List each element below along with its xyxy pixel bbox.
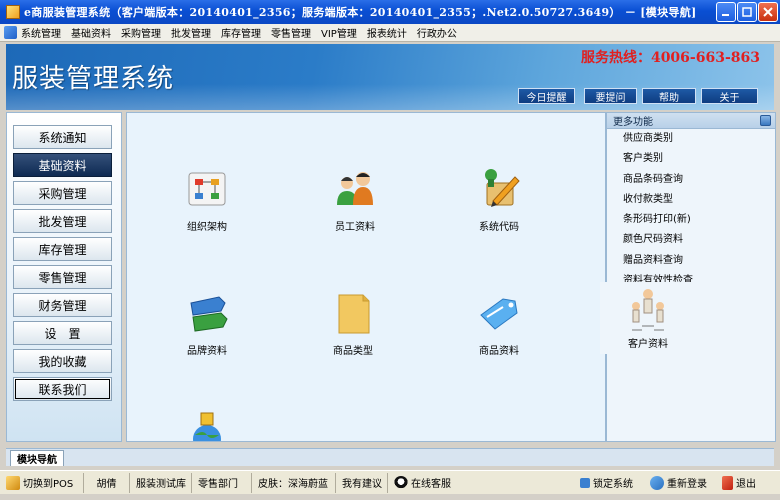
- staff-icon: [337, 172, 373, 205]
- relogin-button[interactable]: 重新登录: [644, 473, 716, 493]
- status-label: 在线客服: [411, 479, 451, 490]
- maximize-icon: [742, 7, 752, 17]
- module-customer[interactable]: 客户资料: [600, 282, 696, 354]
- app-title: 服装管理系统: [12, 64, 175, 94]
- lock-icon: [580, 477, 590, 488]
- nav-system-notice[interactable]: 系统通知: [13, 125, 112, 149]
- menu-vip[interactable]: VIP管理: [321, 25, 357, 40]
- nav-contact-us[interactable]: 联系我们: [13, 377, 112, 401]
- menu-reports[interactable]: 报表统计: [367, 25, 407, 40]
- module-label: 品牌资料: [187, 346, 227, 357]
- module-label: 商品类型: [333, 346, 373, 357]
- collapse-icon[interactable]: [760, 115, 771, 126]
- nav-retail[interactable]: 零售管理: [13, 265, 112, 289]
- status-label: 退出: [736, 479, 756, 490]
- menu-system[interactable]: 系统管理: [21, 25, 61, 40]
- app-icon: [6, 5, 20, 19]
- help-button[interactable]: 帮助: [642, 88, 696, 104]
- more-item-barcode-query[interactable]: 商品条码查询: [607, 170, 775, 190]
- today-reminder-button[interactable]: 今日提醒: [518, 88, 575, 104]
- system-code-icon: [485, 169, 520, 207]
- status-label: 切换到POS: [23, 479, 74, 490]
- menu-basic-data[interactable]: 基础资料: [71, 25, 111, 40]
- nav-finance[interactable]: 财务管理: [13, 293, 112, 317]
- pos-icon: [6, 475, 20, 490]
- nav-purchase[interactable]: 采购管理: [13, 181, 112, 205]
- more-functions-panel: 更多功能 供应商类别 客户类别 商品条码查询 收付款类型 条形码打印(新) 颜色…: [606, 112, 776, 442]
- skin-selector[interactable]: 皮肤：深海蔚蓝: [252, 472, 336, 493]
- module-content: 组织架构 员工资料 系统代码 品牌资料 商品类型 商品资料: [126, 112, 606, 442]
- left-nav-panel: 系统通知 基础资料 采购管理 批发管理 库存管理 零售管理 财务管理 设 置 我…: [6, 112, 122, 442]
- title-bar: e商服装管理系统（客户端版本：20140401_2356；服务端版本：20140…: [0, 0, 780, 24]
- module-brand[interactable]: 品牌资料: [167, 289, 247, 357]
- customer-icon: [632, 289, 664, 331]
- module-staff[interactable]: 员工资料: [315, 165, 395, 233]
- about-button[interactable]: 关于: [701, 88, 758, 104]
- status-label: 锁定系统: [593, 479, 633, 490]
- service-hotline: 服务热线：4006-663-863: [580, 50, 760, 66]
- more-item-customer-category[interactable]: 客户类别: [607, 149, 775, 169]
- close-icon: [763, 7, 773, 17]
- close-button[interactable]: [758, 2, 778, 22]
- menu-inventory[interactable]: 库存管理: [221, 25, 261, 40]
- status-bar: 切换到POS 胡倩 服装测试库 零售部门 皮肤：深海蔚蓝 我有建议 在线客服 锁…: [0, 470, 780, 494]
- suggestion-button[interactable]: 我有建议: [336, 472, 388, 493]
- switch-pos-button[interactable]: 切换到POS: [0, 472, 84, 493]
- nav-inventory[interactable]: 库存管理: [13, 237, 112, 261]
- module-label: 商品资料: [479, 346, 519, 357]
- current-database: 服装测试库: [130, 472, 192, 493]
- online-service-button[interactable]: 在线客服: [388, 473, 574, 493]
- window-title: e商服装管理系统（客户端版本：20140401_2356；服务端版本：20140…: [24, 6, 697, 19]
- minimize-button[interactable]: [716, 2, 736, 22]
- qq-icon: [394, 475, 408, 490]
- more-item-gift-query[interactable]: 赠品资料查询: [607, 251, 775, 271]
- module-label: 组织架构: [187, 222, 227, 233]
- nav-settings[interactable]: 设 置: [13, 321, 112, 345]
- menu-bar: 系统管理 基础资料 采购管理 批发管理 库存管理 零售管理 VIP管理 报表统计…: [0, 24, 780, 42]
- module-extra[interactable]: [167, 409, 247, 441]
- module-org-structure[interactable]: 组织架构: [167, 165, 247, 233]
- current-department: 零售部门: [192, 472, 252, 493]
- more-functions-header: 更多功能: [607, 113, 775, 129]
- menu-wholesale[interactable]: 批发管理: [171, 25, 211, 40]
- lock-system-button[interactable]: 锁定系统: [574, 473, 644, 493]
- module-product[interactable]: 商品资料: [459, 289, 539, 357]
- module-label: 系统代码: [479, 222, 519, 233]
- more-item-payment-type[interactable]: 收付款类型: [607, 190, 775, 210]
- menu-retail[interactable]: 零售管理: [271, 25, 311, 40]
- module-label: 员工资料: [335, 222, 375, 233]
- nav-basic-data[interactable]: 基础资料: [13, 153, 112, 177]
- nav-wholesale[interactable]: 批发管理: [13, 209, 112, 233]
- banner: 服装管理系统 服务热线：4006-663-863 今日提醒 要提问 帮助 关于: [6, 44, 774, 110]
- more-item-supplier-category[interactable]: 供应商类别: [607, 129, 775, 149]
- product-tag-icon: [480, 298, 518, 330]
- globe-icon: [193, 412, 221, 441]
- module-system-code[interactable]: 系统代码: [459, 165, 539, 233]
- menu-logo-icon: [4, 26, 17, 39]
- exit-icon: [722, 475, 733, 490]
- ask-question-button[interactable]: 要提问: [584, 88, 637, 104]
- brand-tag-icon: [190, 296, 228, 332]
- relogin-icon: [650, 475, 664, 490]
- maximize-button[interactable]: [737, 2, 757, 22]
- tab-module-navigation[interactable]: 模块导航: [10, 450, 64, 466]
- menu-office[interactable]: 行政办公: [417, 25, 457, 40]
- more-item-color-size[interactable]: 颜色尺码资料: [607, 230, 775, 250]
- module-label: 客户资料: [628, 339, 668, 350]
- nav-favorites[interactable]: 我的收藏: [13, 349, 112, 373]
- module-tab-bar: 模块导航: [6, 448, 774, 466]
- org-chart-icon: [188, 172, 226, 206]
- menu-purchase[interactable]: 采购管理: [121, 25, 161, 40]
- current-user: 胡倩: [84, 472, 130, 493]
- more-functions-title: 更多功能: [613, 117, 653, 128]
- minimize-icon: [722, 14, 729, 16]
- exit-button[interactable]: 退出: [716, 473, 762, 493]
- module-product-type[interactable]: 商品类型: [313, 289, 393, 357]
- status-label: 重新登录: [667, 479, 707, 490]
- folder-icon: [338, 294, 370, 334]
- more-item-barcode-print[interactable]: 条形码打印(新): [607, 210, 775, 230]
